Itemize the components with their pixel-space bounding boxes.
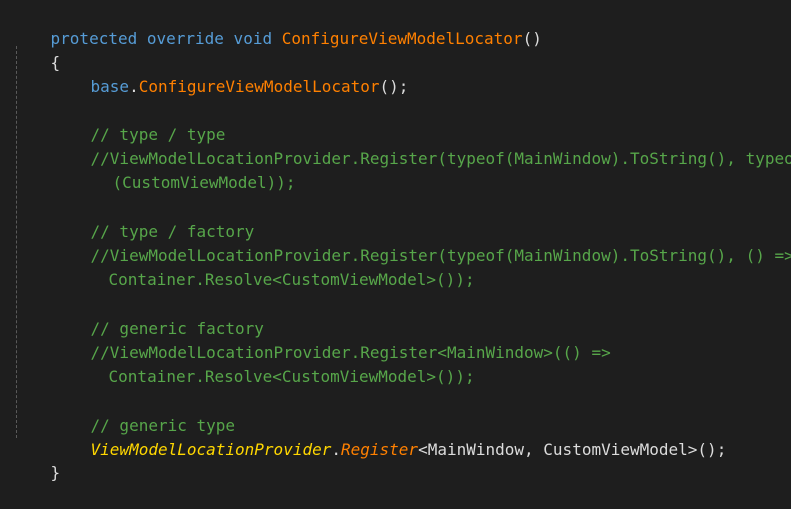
base-method-call: ConfigureViewModelLocator — [138, 77, 380, 96]
comment-type-type-title[interactable]: // type / type — [52, 99, 791, 144]
comment-type-type-line2[interactable]: (CustomViewModel)); — [74, 147, 791, 192]
comment-generic-type-title[interactable]: // generic type — [52, 390, 791, 435]
base-dot: . — [129, 77, 139, 96]
close-brace: } — [50, 463, 61, 482]
comment-type-factory-line1[interactable]: //ViewModelLocationProvider.Register(typ… — [52, 220, 791, 265]
comment-generic-factory-line1[interactable]: //ViewModelLocationProvider.Register<Mai… — [52, 317, 791, 362]
comment-text: Container.Resolve<CustomViewModel>()); — [108, 367, 475, 386]
comment-generic-factory-line2[interactable]: Container.Resolve<CustomViewModel>()); — [70, 341, 791, 386]
close-brace-line[interactable]: } — [12, 437, 791, 482]
register-call-line[interactable]: ViewModelLocationProvider.Register<MainW… — [52, 414, 791, 459]
code-editor[interactable]: protected override void ConfigureViewMod… — [0, 0, 791, 482]
comment-text: Container.Resolve<CustomViewModel>()); — [108, 270, 475, 289]
indent-guide — [16, 46, 17, 438]
comment-type-factory-title[interactable]: // type / factory — [52, 196, 791, 241]
base-call-line[interactable]: base.ConfigureViewModelLocator(); — [52, 51, 791, 96]
base-call-end: (); — [379, 77, 409, 96]
comment-type-factory-line2[interactable]: Container.Resolve<CustomViewModel>()); — [70, 244, 791, 289]
base-keyword: base — [90, 77, 130, 96]
open-brace-line[interactable]: { — [12, 27, 791, 72]
comment-generic-factory-title[interactable]: // generic factory — [52, 293, 791, 338]
comment-type-type-line1[interactable]: //ViewModelLocationProvider.Register(typ… — [52, 123, 791, 168]
method-signature-line[interactable]: protected override void ConfigureViewMod… — [12, 3, 791, 48]
comment-text: (CustomViewModel)); — [112, 173, 296, 192]
